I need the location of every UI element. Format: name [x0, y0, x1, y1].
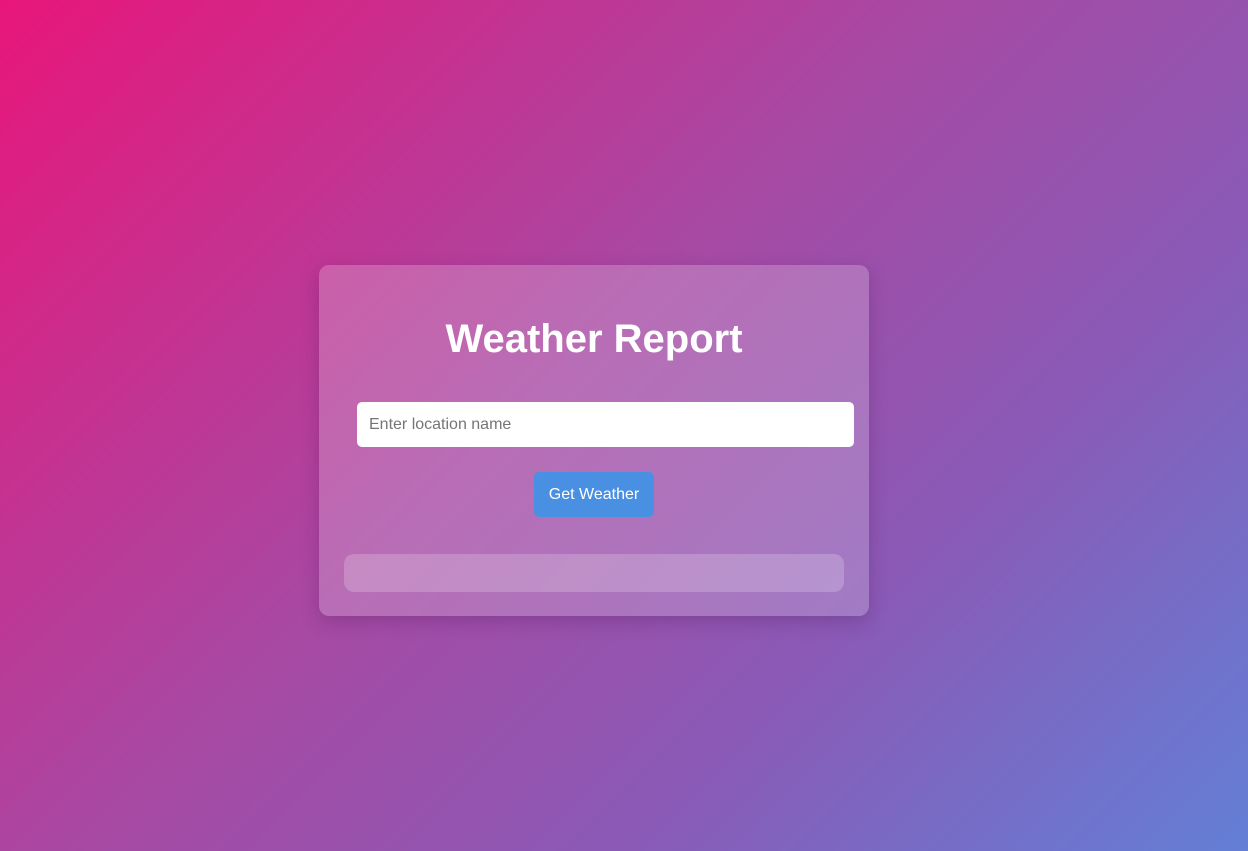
- page-title: Weather Report: [445, 317, 743, 361]
- weather-result-box: [344, 554, 844, 592]
- weather-card: Weather Report Get Weather: [319, 265, 869, 616]
- location-input[interactable]: [357, 402, 854, 447]
- get-weather-button[interactable]: Get Weather: [534, 472, 654, 517]
